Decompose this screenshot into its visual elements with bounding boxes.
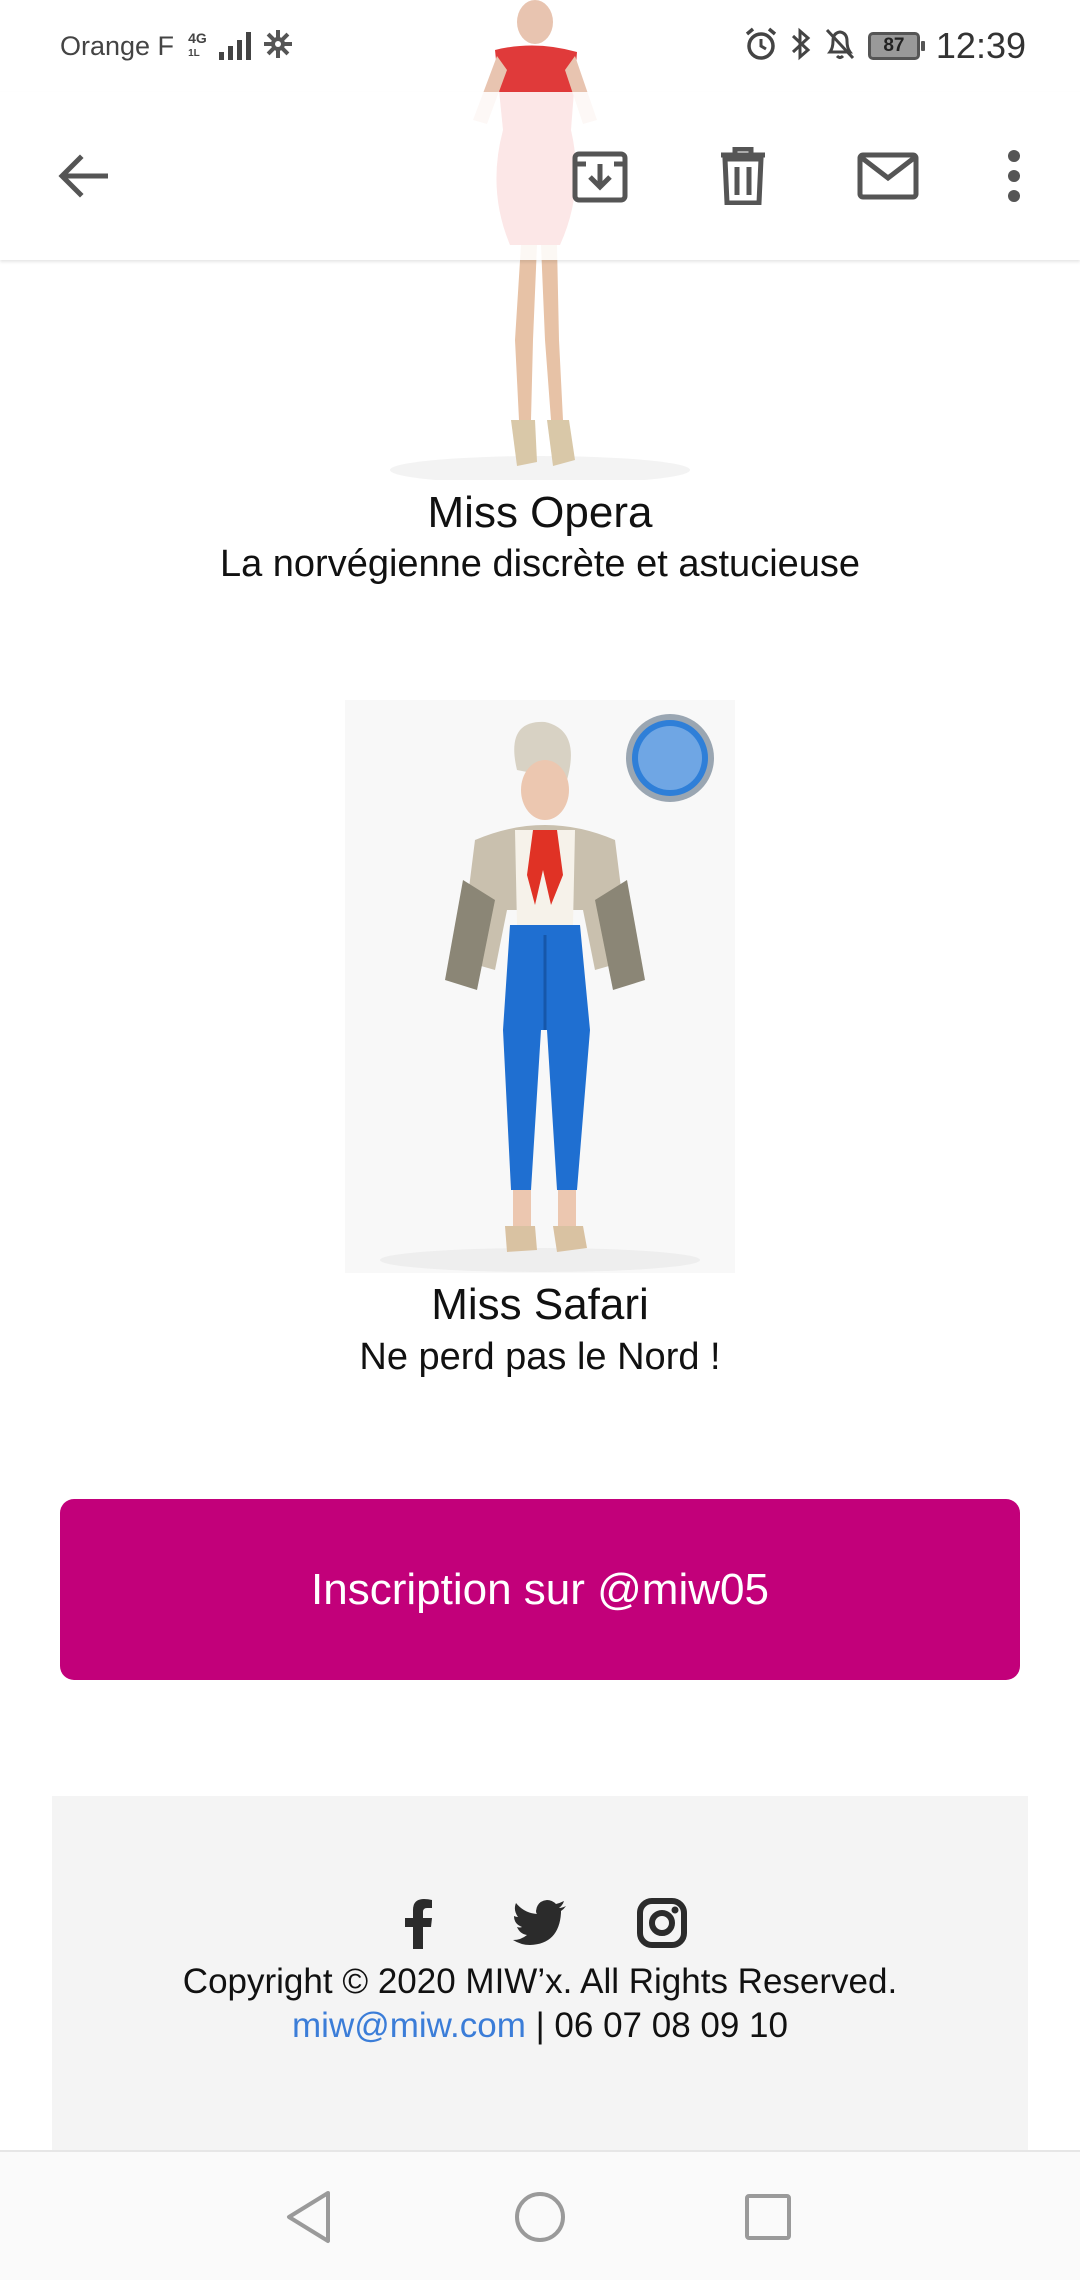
miss-safari-photo (345, 700, 735, 1273)
network-type: 4G 1L (188, 30, 207, 60)
status-clock: 12:39 (935, 25, 1026, 66)
signup-button[interactable]: Inscription sur @miw05 (60, 1499, 1020, 1680)
facebook-icon[interactable] (391, 1896, 445, 1950)
nav-back-icon[interactable] (268, 2182, 348, 2252)
contact-line: miw@miw.com | 06 07 08 09 10 (52, 2006, 1028, 2046)
signal-icon (218, 32, 251, 60)
gmail-message-screen: Miss Opera La norvégienne discrète et as… (0, 0, 1080, 2280)
carrier-name: Orange F (60, 30, 175, 61)
status-bar: Orange F 4G 1L 87 12:39 (0, 0, 1080, 92)
archive-icon[interactable] (560, 136, 640, 216)
phone-number: 06 07 08 09 10 (554, 2006, 788, 2045)
social-links (52, 1896, 1028, 1950)
battery-level: 87 (883, 35, 905, 56)
notifications-muted-icon (824, 27, 856, 66)
battery-icon: 87 (867, 32, 925, 60)
twitter-icon[interactable] (513, 1896, 567, 1950)
navigation-bar (0, 2150, 1080, 2280)
contact-separator: | (525, 2006, 555, 2045)
settings-gear-icon (263, 29, 293, 64)
model-name: Miss Safari (431, 1280, 649, 1329)
instagram-icon[interactable] (635, 1896, 689, 1950)
nav-recents-icon[interactable] (728, 2182, 808, 2252)
bluetooth-icon (790, 27, 812, 66)
network-type-label: 4G (188, 30, 207, 46)
model-tagline: Ne perd pas le Nord ! (359, 1336, 721, 1378)
model-tagline: La norvégienne discrète et astucieuse (219, 543, 861, 585)
app-bar (0, 92, 1080, 260)
mark-unread-icon[interactable] (848, 136, 928, 216)
alarm-icon (744, 27, 778, 66)
model-name: Miss Opera (427, 488, 653, 537)
email-link[interactable]: miw@miw.com (292, 2006, 526, 2045)
email-footer: Copyright © 2020 MIW’x. All Rights Reser… (52, 1796, 1028, 2150)
copyright-text: Copyright © 2020 MIW’x. All Rights Reser… (182, 1962, 898, 2001)
more-options-icon[interactable] (974, 136, 1054, 216)
nav-home-icon[interactable] (500, 2182, 580, 2252)
network-sub-label: 1L (188, 48, 200, 59)
delete-icon[interactable] (703, 136, 783, 216)
back-arrow-icon[interactable] (42, 136, 122, 216)
